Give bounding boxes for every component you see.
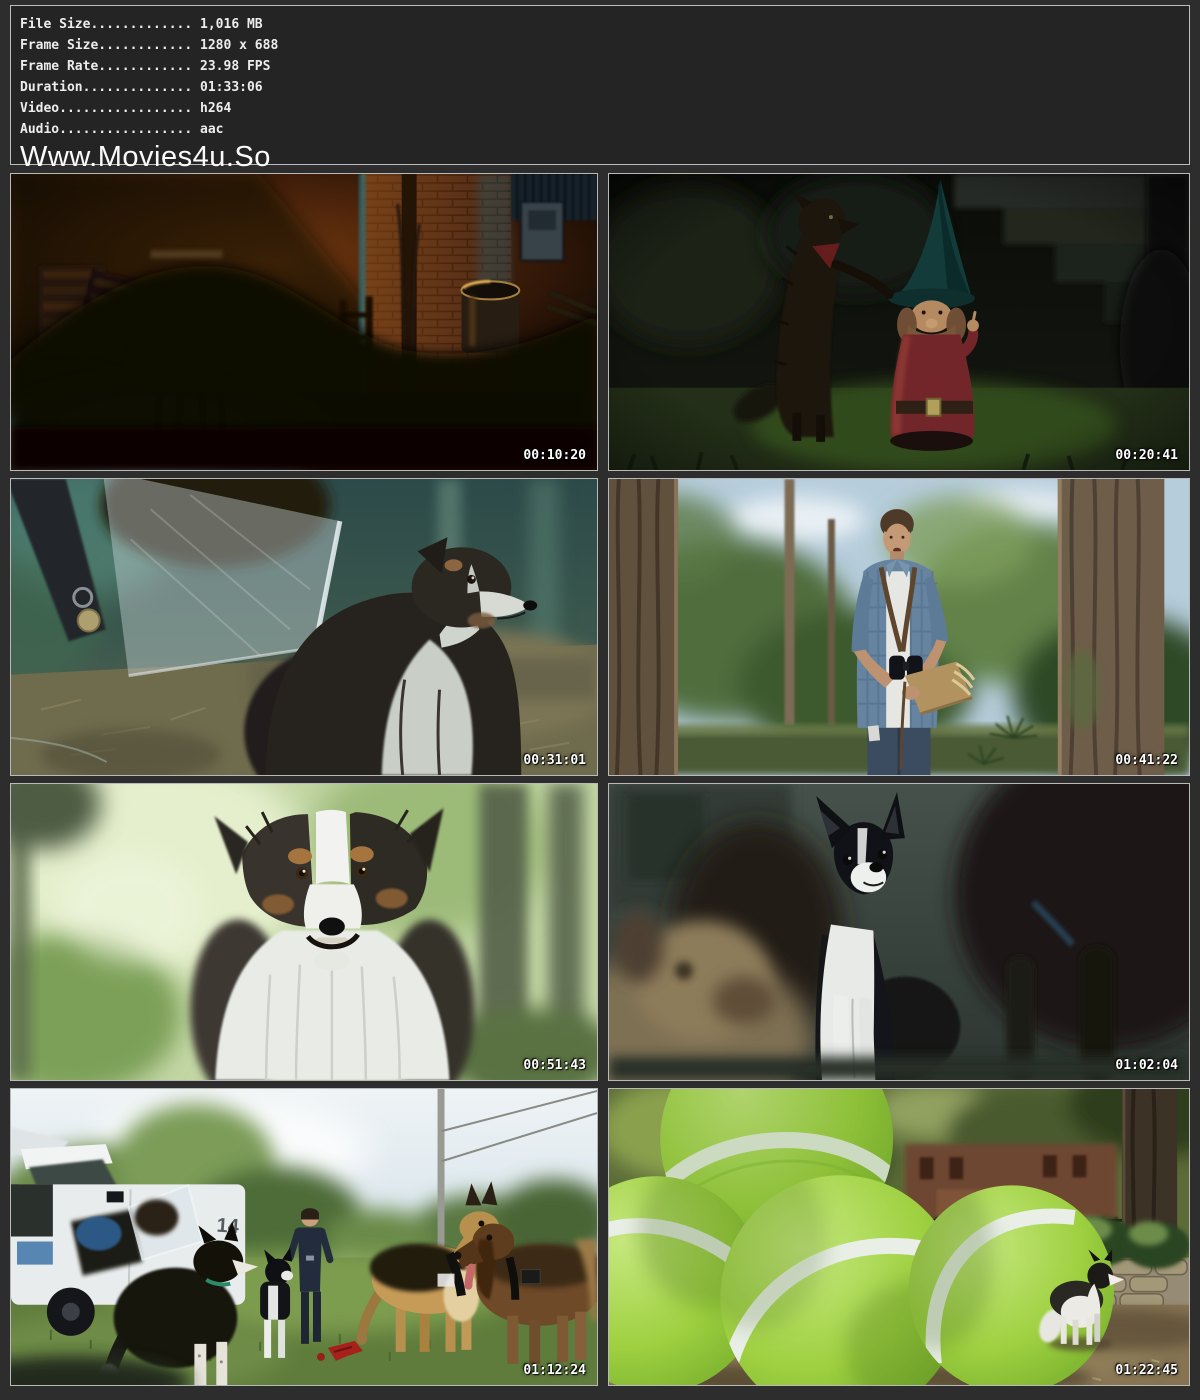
thumbnail-cone-dog-and-shepherd: 00:31:01 xyxy=(10,478,598,776)
info-line-frame-size: Frame Size............ 1280 x 688 xyxy=(20,35,1189,56)
timestamp-overlay: 01:02:04 xyxy=(1115,1058,1178,1073)
info-line-duration: Duration.............. 01:33:06 xyxy=(20,77,1189,98)
thumbnail-shepherd-closeup: 00:51:43 xyxy=(10,783,598,1081)
thumbnail-dog-and-gnome: 00:20:41 xyxy=(608,173,1190,471)
timestamp-overlay: 01:12:24 xyxy=(523,1363,586,1378)
timestamp-overlay: 00:41:22 xyxy=(1115,753,1178,768)
timestamp-overlay: 00:31:01 xyxy=(523,753,586,768)
timestamp-overlay: 01:22:45 xyxy=(1115,1363,1178,1378)
info-line-audio: Audio................. aac xyxy=(20,119,1189,140)
media-info-panel: File Size............. 1,016 MB Frame Si… xyxy=(10,5,1190,165)
thumbnail-grid: 00:10:20 xyxy=(10,173,1190,1386)
scene-tennis-balls-image xyxy=(609,1089,1189,1385)
scene-shepherd-closeup-image xyxy=(11,784,597,1080)
scene-barn-dogs-image xyxy=(11,479,597,775)
scene-dark-yard-image xyxy=(11,174,597,470)
info-line-file-size: File Size............. 1,016 MB xyxy=(20,14,1189,35)
watermark-text: Www.Movies4u.So xyxy=(20,142,1189,173)
timestamp-overlay: 00:51:43 xyxy=(523,1058,586,1073)
scene-boston-terrier-image xyxy=(609,784,1189,1080)
timestamp-overlay: 00:10:20 xyxy=(523,448,586,463)
info-line-video: Video................. h264 xyxy=(20,98,1189,119)
thumbnail-man-in-forest: 00:41:22 xyxy=(608,478,1190,776)
thumbnail-dark-yard: 00:10:20 xyxy=(10,173,598,471)
scene-dog-gnome-image xyxy=(609,174,1189,470)
scene-forest-man-image xyxy=(609,479,1189,775)
thumbnail-boston-terrier: 01:02:04 xyxy=(608,783,1190,1081)
timestamp-overlay: 00:20:41 xyxy=(1115,448,1178,463)
info-line-frame-rate: Frame Rate............ 23.98 FPS xyxy=(20,56,1189,77)
thumbnail-giant-tennis-balls: 01:22:45 xyxy=(608,1088,1190,1386)
thumbnail-k9-van-dogs: 14 xyxy=(10,1088,598,1386)
scene-k9-field-image: 14 xyxy=(11,1089,597,1385)
